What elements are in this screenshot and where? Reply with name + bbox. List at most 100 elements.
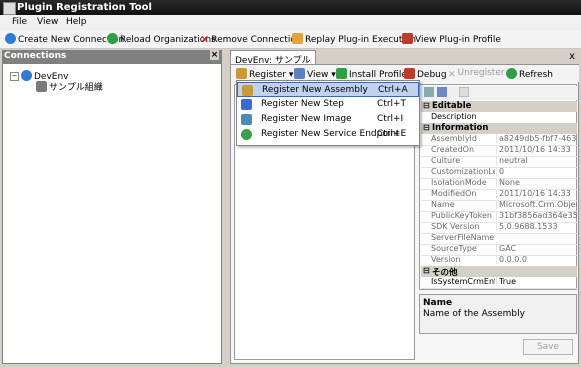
save-label: Save bbox=[536, 342, 560, 352]
menu-register-assembly[interactable]: Register New Assembly Ctrl+A bbox=[237, 82, 419, 97]
view-dropdown-button[interactable]: View ▾ bbox=[294, 68, 336, 80]
property-value[interactable]: 2011/10/16 14:33 bbox=[496, 145, 577, 154]
unregister-button[interactable]: ✕ Unregister bbox=[448, 68, 505, 81]
property-key: ServerFileName bbox=[431, 233, 495, 242]
tab-devenv-org[interactable]: DevEnv: サンプル組織 bbox=[230, 50, 316, 79]
collapse-icon[interactable]: ⊟ bbox=[423, 101, 430, 110]
debug-label: Debug bbox=[417, 70, 447, 80]
register-dropdown-button[interactable]: Register ▾ bbox=[236, 68, 293, 80]
sort-alphabetical-icon[interactable] bbox=[437, 87, 447, 97]
collapse-icon[interactable]: ⊟ bbox=[423, 266, 430, 275]
property-value[interactable]: Microsoft.Crm.ObjectMo bbox=[496, 200, 577, 209]
view-profile-label: View Plug-in Profile bbox=[415, 35, 501, 45]
collapse-icon[interactable]: ⊟ bbox=[423, 123, 430, 132]
property-key: SourceType bbox=[431, 244, 477, 253]
title-bar: Plugin Registration Tool bbox=[0, 0, 581, 15]
property-category[interactable]: ⊟ Editable bbox=[421, 101, 577, 112]
property-key: IsolationMode bbox=[431, 178, 487, 187]
app-icon bbox=[3, 2, 16, 15]
property-key: AssemblyId bbox=[431, 134, 477, 143]
main-toolbar: Create New Connection Reload Organizatio… bbox=[0, 30, 581, 49]
categorized-icon[interactable] bbox=[424, 87, 434, 97]
collapse-icon[interactable]: − bbox=[10, 72, 19, 81]
property-key: ModifiedOn bbox=[431, 189, 477, 198]
remove-connection-button[interactable]: ✕ Remove Connection bbox=[200, 33, 302, 46]
globe-icon bbox=[21, 70, 32, 81]
description-text: Name of the Assembly bbox=[423, 309, 525, 319]
property-key: PublicKeyToken bbox=[431, 211, 492, 220]
menu-register-image[interactable]: Register New Image Ctrl+I bbox=[237, 112, 419, 127]
property-value[interactable]: True bbox=[496, 277, 577, 286]
property-row[interactable]: IsSystemCrmEnt True bbox=[421, 277, 577, 289]
property-value[interactable]: a8249db5-fbf7-4637-8 bbox=[496, 134, 577, 143]
property-key: CreatedOn bbox=[431, 145, 475, 154]
menu-register-step[interactable]: Register New Step Ctrl+T bbox=[237, 97, 419, 112]
property-value[interactable]: 31bf3856ad364e35 bbox=[496, 211, 577, 220]
property-value[interactable]: 0.0.0.0 bbox=[496, 255, 577, 264]
bug-icon bbox=[404, 68, 415, 79]
property-value[interactable]: 5.0.9688.1533 bbox=[496, 222, 577, 231]
service-endpoint-icon bbox=[241, 129, 252, 140]
view-profile-button[interactable]: View Plug-in Profile bbox=[402, 33, 501, 45]
property-key: Description bbox=[431, 112, 477, 121]
install-profiler-button[interactable]: Install Profiler bbox=[336, 68, 411, 80]
menu-shortcut: Ctrl+T bbox=[377, 99, 407, 109]
category-label: Editable bbox=[432, 101, 472, 111]
property-value[interactable]: 2011/10/16 14:33 bbox=[496, 189, 577, 198]
menu-register-service-endpoint[interactable]: Register New Service Endpoint Ctrl+E bbox=[237, 127, 419, 142]
close-connections-button[interactable]: × bbox=[210, 50, 219, 60]
property-value[interactable]: neutral bbox=[496, 156, 577, 165]
replay-label: Replay Plug-in Execution bbox=[305, 35, 417, 45]
menu-bar: File View Help bbox=[0, 15, 581, 30]
view-icon bbox=[294, 68, 305, 79]
refresh-icon bbox=[107, 33, 118, 44]
property-value[interactable]: None bbox=[496, 178, 577, 187]
tab-strip: DevEnv: サンプル組織 x bbox=[228, 50, 581, 79]
connections-title: Connections bbox=[4, 51, 67, 61]
property-category[interactable]: ⊟ その他 bbox=[421, 266, 577, 278]
window-title: Plugin Registration Tool bbox=[17, 2, 152, 13]
image-icon bbox=[241, 114, 252, 125]
property-key: Version bbox=[431, 255, 461, 264]
menu-label: Register New Step bbox=[261, 99, 344, 109]
property-key: IsSystemCrmEnt bbox=[431, 277, 495, 286]
unregister-x-icon: ✕ bbox=[448, 70, 456, 80]
close-tab-button[interactable]: x bbox=[569, 51, 575, 62]
install-icon bbox=[336, 68, 347, 79]
menu-view[interactable]: View bbox=[37, 17, 58, 27]
debug-button[interactable]: Debug bbox=[404, 68, 447, 80]
delete-x-icon: ✕ bbox=[200, 33, 210, 46]
property-value[interactable]: GAC bbox=[496, 244, 577, 253]
menu-shortcut: Ctrl+A bbox=[378, 85, 408, 95]
refresh-button[interactable]: Refresh bbox=[506, 68, 553, 80]
menu-shortcut: Ctrl+E bbox=[377, 129, 407, 139]
connections-tree[interactable]: − DevEnv サンプル組織 bbox=[2, 63, 222, 364]
category-label: Information bbox=[432, 123, 489, 133]
assembly-icon bbox=[242, 85, 253, 96]
refresh-label: Refresh bbox=[519, 70, 553, 80]
refresh-icon bbox=[506, 68, 517, 79]
property-description: Name Name of the Assembly bbox=[419, 294, 577, 334]
save-button[interactable]: Save bbox=[523, 339, 573, 355]
property-category[interactable]: ⊟ Information bbox=[421, 123, 577, 134]
unregister-label: Unregister bbox=[457, 68, 505, 78]
description-title: Name bbox=[423, 298, 453, 308]
organization-icon bbox=[36, 81, 47, 92]
tree-node-org[interactable]: サンプル組織 bbox=[36, 80, 103, 93]
property-pages-icon[interactable] bbox=[459, 87, 469, 97]
property-grid[interactable]: ⊟ Editable Description ⊟ Information Assembly… bbox=[419, 84, 577, 290]
property-key: Culture bbox=[431, 156, 461, 165]
register-label: Register bbox=[249, 70, 287, 80]
tree-label-org: サンプル組織 bbox=[49, 83, 103, 93]
register-menu: Register New Assembly Ctrl+A Register Ne… bbox=[236, 80, 420, 146]
remove-connection-label: Remove Connection bbox=[211, 35, 302, 45]
property-value[interactable]: 0 bbox=[496, 167, 577, 176]
replay-icon bbox=[292, 33, 303, 44]
menu-help[interactable]: Help bbox=[66, 17, 87, 27]
profile-bug-icon bbox=[402, 33, 413, 44]
menu-file[interactable]: File bbox=[12, 17, 27, 27]
property-key: SDK Version bbox=[431, 222, 480, 231]
replay-execution-button[interactable]: Replay Plug-in Execution bbox=[292, 33, 416, 45]
step-icon bbox=[241, 99, 252, 110]
menu-label: Register New Assembly bbox=[262, 85, 368, 95]
